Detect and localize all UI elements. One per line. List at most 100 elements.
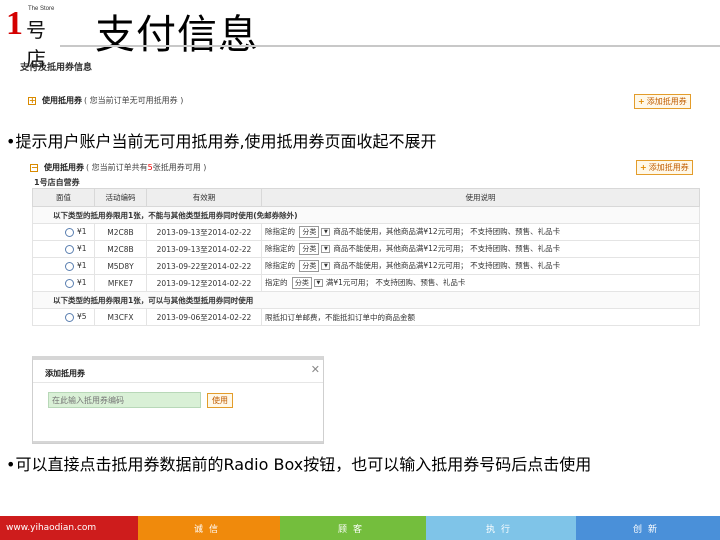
- coupon-note-suffix: 张抵用券可用 ): [152, 163, 207, 172]
- value-cell: ¥1: [32, 240, 95, 258]
- coupon-value: ¥1: [77, 261, 87, 271]
- period-cell: 2013-09-06至2014-02-22: [146, 308, 262, 326]
- chevron-down-icon[interactable]: ▼: [321, 245, 331, 253]
- coupon-radio[interactable]: [65, 227, 74, 237]
- table-row[interactable]: ¥1 M2C8B 2013-09-13至2014-02-22 除指定的 分类 ▼ 商…: [32, 240, 700, 258]
- dialog-bottom-border: [33, 441, 323, 443]
- footer-item: 创新: [576, 516, 720, 540]
- logo-tagline: The Store: [28, 6, 55, 12]
- desc-prefix: 除指定的: [265, 227, 295, 236]
- page-title: 支付信息: [95, 12, 259, 58]
- coupon-note-prefix: ( 您当前订单共有: [86, 163, 148, 172]
- close-icon[interactable]: ✕: [311, 363, 320, 376]
- chevron-down-icon[interactable]: ▼: [313, 279, 323, 287]
- value-cell: ¥1: [32, 274, 95, 292]
- expand-icon[interactable]: +: [28, 96, 36, 105]
- col-header: 活动编码: [94, 188, 147, 207]
- group-label: 以下类型的抵用券限用1张，可以与其他类型抵用券同时使用: [32, 291, 700, 309]
- coupon-value: ¥5: [77, 312, 87, 322]
- code-cell: M2C8B: [94, 240, 147, 258]
- table-row[interactable]: ¥1 M2C8B 2013-09-13至2014-02-22 除指定的 分类 ▼ 商…: [32, 223, 700, 241]
- collapse-icon[interactable]: −: [30, 163, 38, 172]
- period-cell: 2013-09-22至2014-02-22: [146, 257, 262, 275]
- col-header: 使用说明: [261, 188, 700, 207]
- coupon-value: ¥1: [77, 278, 87, 288]
- dialog-divider: [33, 382, 323, 383]
- add-coupon-dialog: 添加抵用券 ✕ 使用: [32, 356, 324, 444]
- bullet-note-1: •提示用户账户当前无可用抵用券,使用抵用券页面收起不展开: [6, 132, 437, 151]
- period-cell: 2013-09-13至2014-02-22: [146, 223, 262, 241]
- use-button[interactable]: 使用: [207, 393, 233, 408]
- section-label: 支付及抵用券信息: [20, 63, 93, 73]
- footer-item: 执行: [426, 516, 576, 540]
- coupon-radio[interactable]: [65, 312, 74, 322]
- payment-coupon-section: 支付及抵用券信息 + 使用抵用券 ( 您当前订单无可用抵用券 ): [20, 60, 700, 105]
- use-coupon-toggle[interactable]: + 使用抵用券 ( 您当前订单无可用抵用券 ): [28, 95, 183, 106]
- logo: 1 The Store 号店: [6, 4, 58, 71]
- coupon-radio[interactable]: [65, 261, 74, 271]
- period-cell: 2013-09-12至2014-02-22: [146, 274, 262, 292]
- desc-prefix: 除指定的: [265, 244, 295, 253]
- coupon-note: ( 您当前订单无可用抵用券 ): [84, 96, 184, 105]
- coupon-list-section: − 使用抵用券 ( 您当前订单共有 5 张抵用券可用 ) + 添加抵用券 1号店…: [30, 158, 700, 348]
- table-header: 面值 活动编码 有效期 使用说明: [32, 188, 700, 207]
- coupon-value: ¥1: [77, 244, 87, 254]
- period-cell: 2013-09-13至2014-02-22: [146, 240, 262, 258]
- desc-prefix: 指定的: [265, 278, 288, 287]
- table-row[interactable]: ¥5 M3CFX 2013-09-06至2014-02-22 限抵扣订单邮费，不…: [32, 308, 700, 326]
- chevron-down-icon[interactable]: ▼: [321, 262, 331, 270]
- footer-item: 诚信: [138, 516, 280, 540]
- table-row[interactable]: ¥1 MFKE7 2013-09-12至2014-02-22 指定的 分类 ▼ 满¥…: [32, 274, 700, 292]
- table-row[interactable]: ¥1 M5D8Y 2013-09-22至2014-02-22 除指定的 分类 ▼ 商…: [32, 257, 700, 275]
- value-cell: ¥1: [32, 223, 95, 241]
- category-select[interactable]: 分类: [299, 243, 320, 255]
- category-select[interactable]: 分类: [299, 260, 320, 272]
- desc-text: 商品不能使用，其他商品满¥12元可用； 不支持团购、预售、礼品卡: [333, 261, 561, 270]
- col-header: 有效期: [146, 188, 262, 207]
- group-row: 以下类型的抵用券限用1张，不能与其他类型抵用券同时使用(免邮券除外): [32, 206, 700, 224]
- bullet-note-2: •可以直接点击抵用券数据前的Radio Box按钮，也可以输入抵用券号码后点击使…: [6, 455, 592, 474]
- desc-cell: 除指定的 分类 ▼ 商品不能使用，其他商品满¥12元可用； 不支持团购、预售、礼品卡: [261, 257, 700, 275]
- footer-item: 顾客: [280, 516, 426, 540]
- category-select[interactable]: 分类: [299, 226, 320, 238]
- desc-cell: 限抵扣订单邮费，不能抵扣订单中的商品金额: [261, 308, 700, 326]
- add-coupon-label: 添加抵用券: [646, 97, 687, 106]
- desc-text: 商品不能使用，其他商品满¥12元可用； 不支持团购、预售、礼品卡: [333, 227, 561, 236]
- coupon-table: 面值 活动编码 有效期 使用说明 以下类型的抵用券限用1张，不能与其他类型抵用券…: [32, 188, 700, 326]
- coupon-radio[interactable]: [65, 278, 74, 288]
- plus-icon: +: [640, 163, 647, 172]
- desc-prefix: 除指定的: [265, 261, 295, 270]
- code-cell: MFKE7: [94, 274, 147, 292]
- group-label: 以下类型的抵用券限用1张，不能与其他类型抵用券同时使用(免邮券除外): [32, 206, 700, 224]
- add-coupon-button[interactable]: + 添加抵用券: [634, 94, 691, 109]
- coupon-code-input[interactable]: [48, 392, 201, 408]
- desc-text: 满¥1元可用； 不支持团购、预售、礼品卡: [325, 278, 466, 287]
- category-select[interactable]: 分类: [291, 277, 312, 289]
- logo-number: 1: [6, 5, 23, 42]
- add-coupon-label: 添加抵用券: [648, 163, 689, 172]
- code-cell: M2C8B: [94, 223, 147, 241]
- use-coupon-label: 使用抵用券: [44, 163, 84, 172]
- col-header: 面值: [32, 188, 95, 207]
- coupon-value: ¥1: [77, 227, 87, 237]
- group-row: 以下类型的抵用券限用1张，可以与其他类型抵用券同时使用: [32, 291, 700, 309]
- coupon-radio[interactable]: [65, 244, 74, 254]
- code-cell: M5D8Y: [94, 257, 147, 275]
- desc-cell: 除指定的 分类 ▼ 商品不能使用，其他商品满¥12元可用； 不支持团购、预售、礼品卡: [261, 240, 700, 258]
- plus-icon: +: [638, 97, 645, 106]
- chevron-down-icon[interactable]: ▼: [321, 228, 331, 236]
- desc-text: 商品不能使用，其他商品满¥12元可用； 不支持团购、预售、礼品卡: [333, 244, 561, 253]
- desc-cell: 指定的 分类 ▼ 满¥1元可用； 不支持团购、预售、礼品卡: [261, 274, 700, 292]
- use-coupon-toggle-expanded[interactable]: − 使用抵用券 ( 您当前订单共有 5 张抵用券可用 ): [30, 162, 206, 173]
- desc-cell: 除指定的 分类 ▼ 商品不能使用，其他商品满¥12元可用； 不支持团购、预售、礼品卡: [261, 223, 700, 241]
- value-cell: ¥5: [32, 308, 95, 326]
- code-cell: M3CFX: [94, 308, 147, 326]
- title-divider: [60, 45, 720, 47]
- footer-bar: www.yihaodian.com 诚信 顾客 执行 创新: [0, 516, 720, 540]
- footer-site: www.yihaodian.com: [0, 516, 138, 540]
- use-coupon-label: 使用抵用券: [42, 96, 82, 105]
- store-coupon-label: 1号店自营券: [34, 178, 80, 187]
- add-coupon-button[interactable]: + 添加抵用券: [636, 160, 693, 175]
- dialog-title: 添加抵用券: [45, 369, 85, 378]
- value-cell: ¥1: [32, 257, 95, 275]
